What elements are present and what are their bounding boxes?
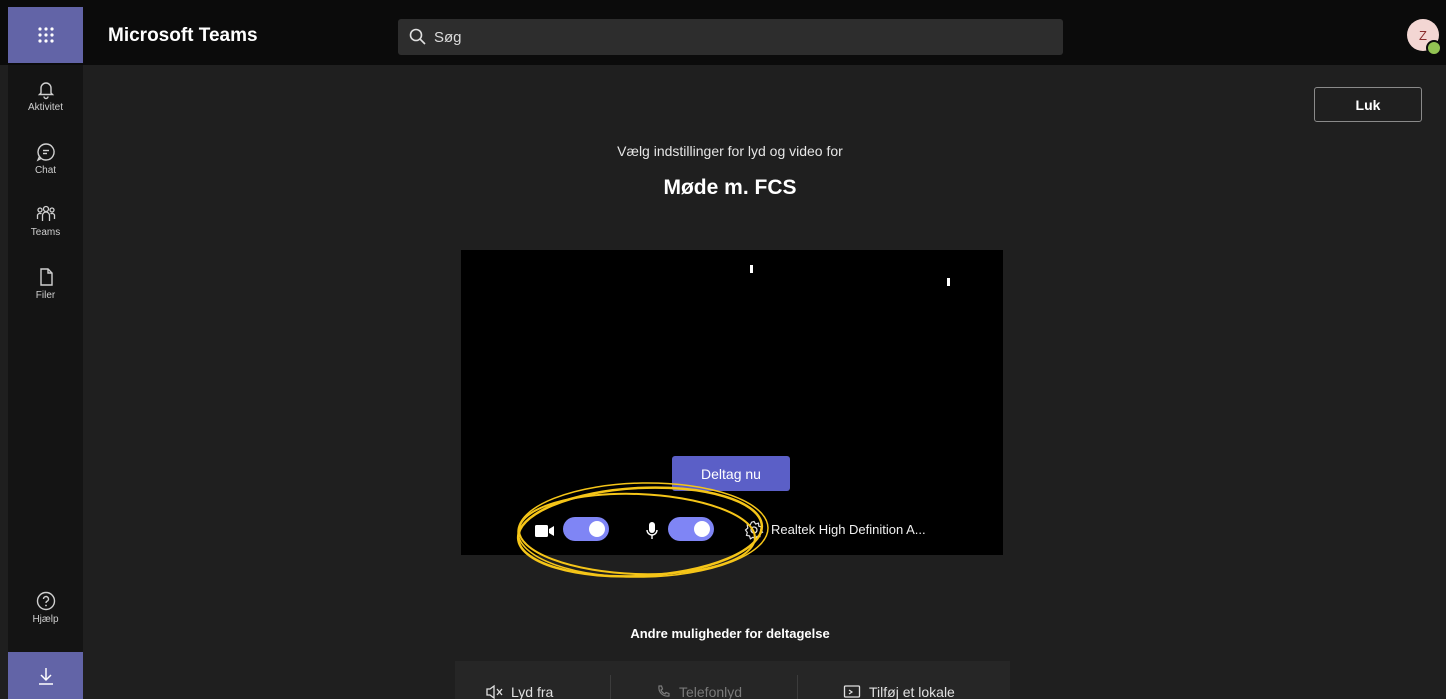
sidebar-item-activity[interactable]: Aktivitet: [8, 78, 83, 113]
help-icon: [36, 591, 55, 611]
option-label: Telefonlyd: [679, 684, 743, 699]
download-button[interactable]: [8, 652, 83, 699]
sidebar-item-label: Chat: [34, 165, 57, 176]
camera-toggle[interactable]: [563, 517, 609, 541]
download-icon: [38, 667, 53, 685]
sidebar-item-label: Teams: [30, 227, 61, 238]
search-icon: [409, 28, 426, 45]
prejoin-subtitle: Vælg indstillinger for lyd og video for: [617, 143, 843, 159]
grid-icon: [37, 27, 54, 43]
presence-badge: [1426, 40, 1442, 56]
avatar-initials: Z: [1419, 27, 1427, 43]
phone-icon: [658, 685, 670, 697]
audio-device-label[interactable]: Realtek High Definition A...: [771, 522, 926, 537]
app-launcher-button[interactable]: [8, 7, 83, 63]
sidebar-item-files[interactable]: Filer: [8, 266, 83, 301]
gear-icon[interactable]: [743, 519, 765, 541]
sidebar-item-label: Hjælp: [32, 614, 59, 625]
divider: [610, 675, 611, 699]
sidebar-item-teams[interactable]: Teams: [8, 203, 83, 238]
join-options-bar: Lyd fra Telefonlyd Tilføj et lokale: [455, 661, 1010, 699]
cast-icon: [843, 685, 861, 698]
top-bar: Microsoft Teams Søg Z: [0, 0, 1446, 65]
video-preview: [461, 250, 1003, 555]
microphone-toggle[interactable]: [668, 517, 714, 541]
left-rail: Aktivitet Chat Teams Filer Hjælp: [8, 65, 83, 699]
toggle-knob: [694, 521, 710, 537]
file-icon: [39, 268, 53, 286]
sidebar-item-chat[interactable]: Chat: [8, 141, 83, 176]
divider: [797, 675, 798, 699]
toggle-knob: [589, 521, 605, 537]
app-title: Microsoft Teams: [108, 25, 258, 46]
option-label: Tilføj et lokale: [869, 684, 955, 699]
sidebar-item-label: Filer: [35, 290, 56, 301]
meeting-title: Møde m. FCS: [663, 176, 797, 199]
option-label: Lyd fra: [511, 684, 554, 699]
phone-audio-option[interactable]: Telefonlyd: [655, 684, 742, 699]
search-placeholder: Søg: [434, 28, 462, 46]
add-room-option[interactable]: Tilføj et lokale: [843, 684, 955, 699]
join-now-button[interactable]: Deltag nu: [672, 456, 790, 491]
close-button[interactable]: Luk: [1314, 87, 1422, 122]
other-options-title: Andre muligheder for deltagelse: [630, 626, 830, 641]
microphone-icon: [646, 522, 658, 539]
camera-icon: [535, 525, 554, 537]
sidebar-item-help[interactable]: Hjælp: [8, 590, 83, 625]
teams-icon: [36, 205, 55, 221]
video-artifact: [750, 265, 753, 273]
search-input[interactable]: Søg: [398, 19, 1063, 55]
video-artifact: [947, 278, 950, 286]
bell-icon: [37, 82, 54, 100]
sidebar-item-label: Aktivitet: [27, 102, 63, 113]
chat-icon: [36, 143, 55, 162]
audio-off-option[interactable]: Lyd fra: [485, 684, 553, 699]
speaker-off-icon: [486, 684, 503, 699]
